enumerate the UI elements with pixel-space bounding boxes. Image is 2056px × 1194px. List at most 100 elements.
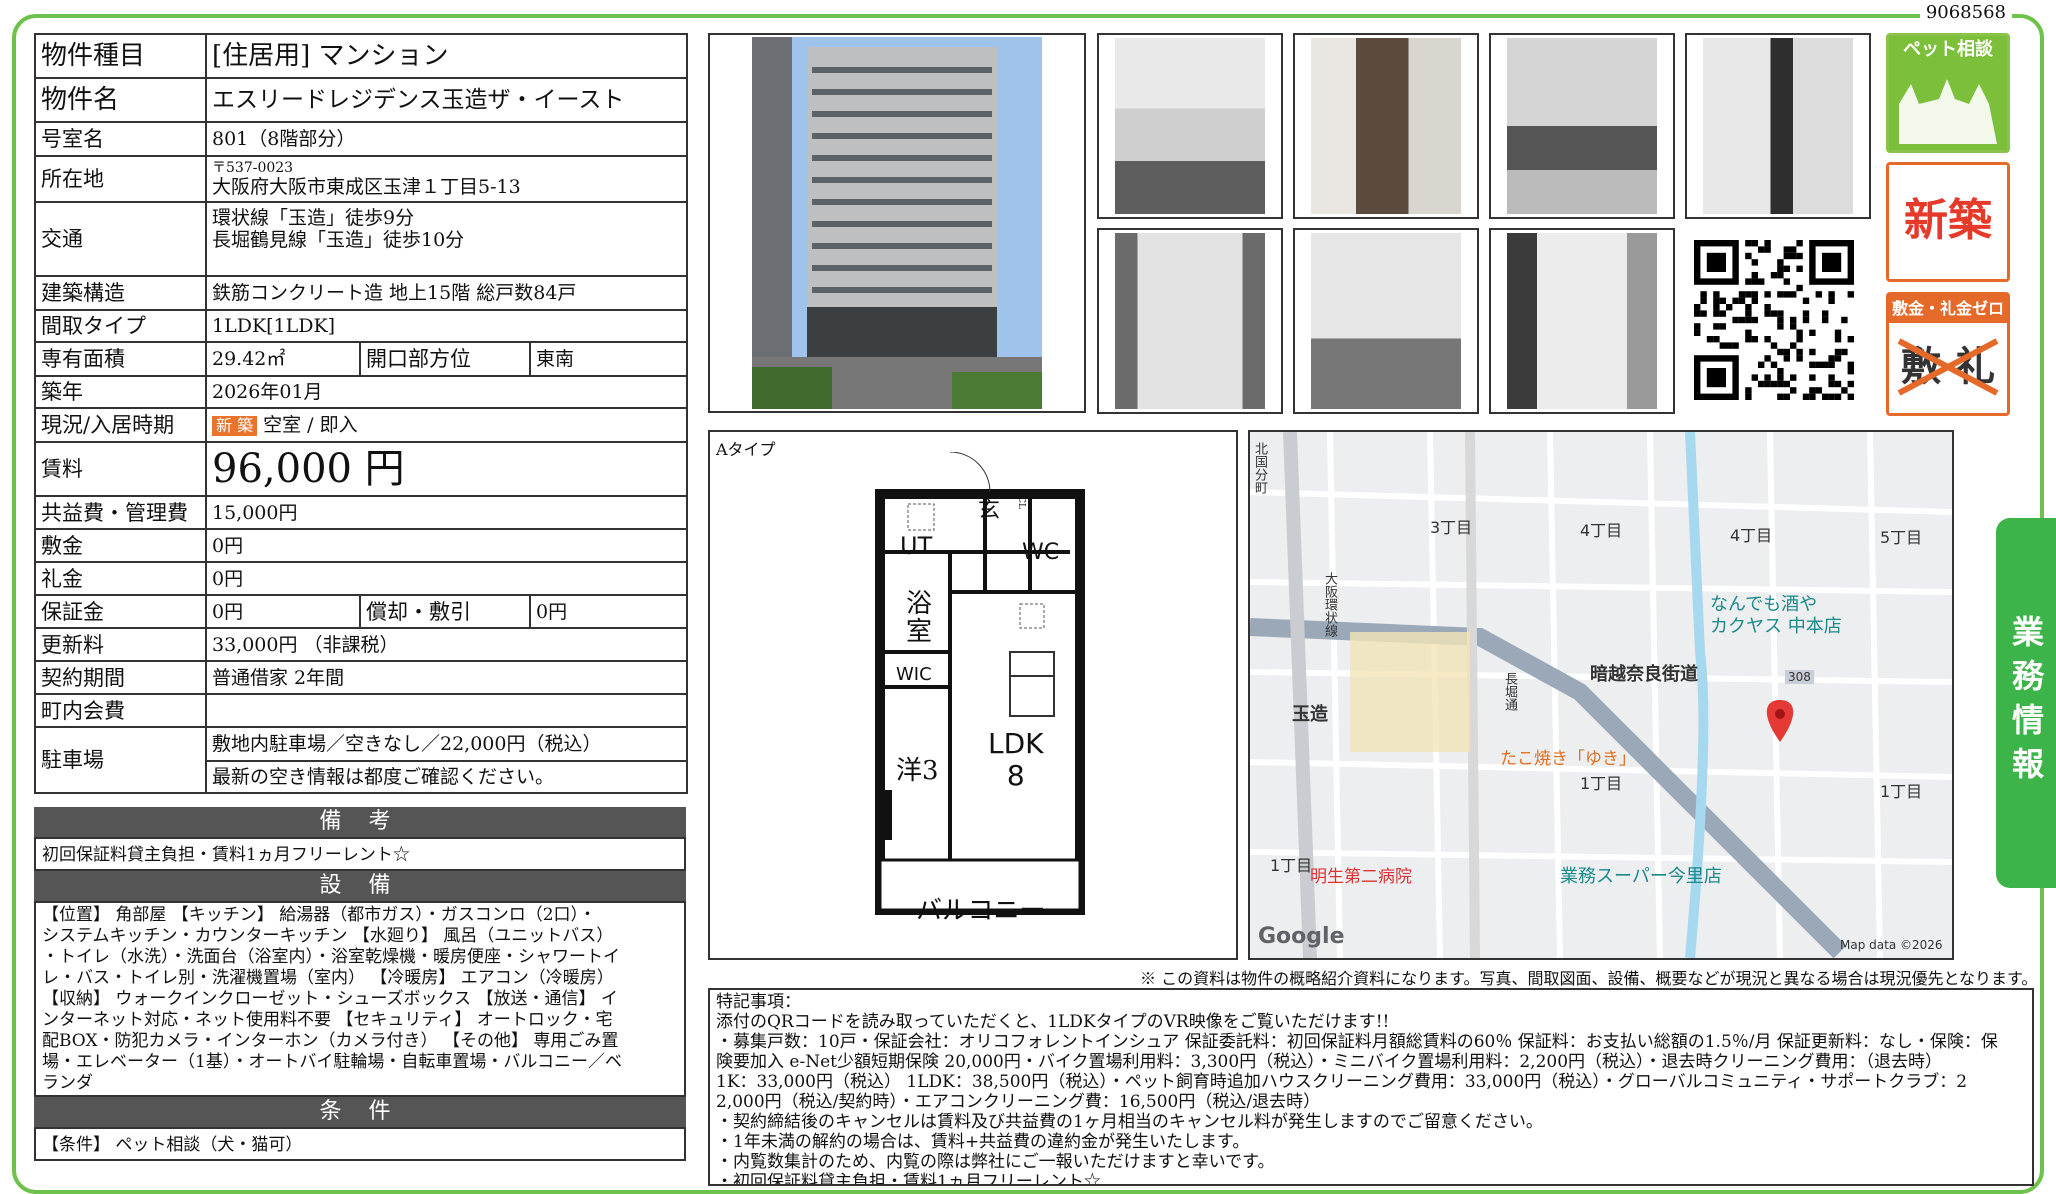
direction-value: 東南: [528, 341, 689, 377]
special-notes-box: 特記事項： 添付のQRコードを読み取っていただくと、1LDKタイプのVR映像をご覧…: [708, 988, 2034, 1186]
special-note-line: ・初回保証料貸主負担・賃料1ヵ月フリーレント☆: [716, 1172, 1101, 1186]
equipment-box: 【位置】 角部屋 【キッチン】 給湯器（都市ガス）・ガスコンロ（2口）・ システム…: [34, 901, 686, 1097]
conditions-box: 【条件】 ペット相談（犬・猫可）: [34, 1127, 686, 1161]
room-photo-6: [1293, 228, 1479, 414]
layout-value: 1LDK[1LDK]: [204, 309, 689, 343]
room-value: 801（8階部分）: [204, 121, 689, 157]
structure-value: 鉄筋コンクリート造 地上15階 総戸数84戸: [204, 275, 689, 311]
floor-plan-drawing: [875, 452, 1085, 915]
room-label: 号室名: [34, 121, 207, 157]
equipment-line: ランダ: [42, 1073, 93, 1093]
equipment-header: 設 備: [34, 871, 686, 901]
map-label: カクヤス 中本店: [1710, 616, 1842, 637]
year-label: 築年: [34, 375, 207, 409]
parking-line-2: 最新の空き情報は都度ご確認ください。: [204, 760, 689, 794]
location-map[interactable]: 3丁目 4丁目 4丁目 5丁目 なんでも酒や カクヤス 中本店 暗越奈良街道 玉造 たこ焼き「ゆ…: [1248, 430, 1954, 960]
special-note-line: 特記事項：: [716, 992, 801, 1012]
guarantee-label: 保証金: [34, 594, 207, 629]
fee-label: 共益費・管理費: [34, 495, 207, 530]
layout-label: 間取タイプ: [34, 309, 207, 343]
name-label: 物件名: [34, 77, 207, 123]
room-photo-2: [1293, 33, 1479, 219]
room-photo-5: [1097, 228, 1283, 414]
property-spec-table: 物件種目 [住居用] マンション 物件名 エスリードレジデンス玉造ザ・イースト 号室…: [34, 33, 689, 794]
map-label: 1丁目: [1580, 774, 1623, 793]
town-fee-label: 町内会費: [34, 693, 207, 728]
direction-label: 開口部方位: [359, 341, 531, 377]
room-photo-4: [1685, 33, 1871, 219]
map-label: 明生第二病院: [1310, 867, 1412, 887]
ldk-size: 8: [1006, 759, 1025, 792]
name-value: エスリードレジデンス玉造ザ・イースト: [204, 77, 689, 123]
status-value: 空室 / 即入: [263, 414, 358, 436]
map-label: 玉造: [1292, 704, 1328, 725]
cross-out-icon: [1897, 338, 1999, 396]
genkan-label: 玄: [978, 498, 1001, 523]
special-note-line: 2,000円（税込/契約時）・エアコンクリーニング費：16,500円（税込/退去…: [716, 1092, 1321, 1112]
qr-code-icon[interactable]: [1694, 240, 1854, 400]
map-label: 3丁目: [1430, 518, 1473, 537]
pet-silhouette-icon: [1889, 64, 2007, 150]
wic-label: WIC: [896, 664, 932, 685]
room-photo-3: [1489, 33, 1675, 219]
deposit-label: 敷金: [34, 528, 207, 563]
room-photo-1: [1097, 33, 1283, 219]
map-label: Map data ©2026: [1840, 938, 1943, 952]
key-money-label: 礼金: [34, 561, 207, 596]
equipment-line: ンターネット対応・ネット使用料不要 【セキュリティ】 オートロック・宅: [42, 1010, 613, 1030]
rent-value: 96,000 円: [204, 441, 689, 497]
map-label: 308: [1785, 670, 1814, 684]
town-fee-value: [204, 693, 689, 728]
parking-line-1: 敷地内駐車場／空きなし／22,000円（税込）: [204, 726, 689, 762]
ut-label: UT: [900, 532, 933, 560]
equipment-line: システムキッチン・カウンターキッチン 【水廻り】 風呂（ユニットバス）: [42, 926, 614, 946]
traffic-label: 交通: [34, 201, 207, 277]
map-label: 4丁目: [1580, 521, 1623, 540]
equipment-line: ・トイレ（水洗）・洗面台（浴室内）・浴室乾燥機・暖房便座・シャワートイ: [42, 947, 620, 967]
new-build-text: 新築: [1904, 195, 1992, 246]
year-value: 2026年01月: [204, 375, 689, 409]
traffic-line-1: 環状線「玉造」徒歩9分: [212, 207, 415, 229]
type-label: 物件種目: [34, 33, 207, 79]
special-note-line: ・募集戸数：10戸・保証会社：オリコフォレントインシュア 保証委託料：初回保証料…: [716, 1032, 1998, 1052]
parking-label: 駐車場: [34, 726, 207, 794]
wc-label: WC: [1022, 540, 1060, 565]
disclaimer-note: ※ この資料は物件の概略紹介資料になります。写真、間取図面、設備、概要などが現況…: [1140, 969, 2038, 988]
building-photo: [752, 37, 1042, 409]
map-label: 1丁目: [1270, 856, 1313, 875]
new-build-tag: 新築: [1886, 162, 2010, 282]
amortization-value: 0円: [528, 594, 689, 629]
document-number: 9068568: [1919, 2, 2012, 23]
equipment-line: レ・バス・トイレ別・洗濯機置場（室内） 【冷暖房】 エアコン（冷暖房）: [42, 968, 614, 988]
conditions-header: 条 件: [34, 1097, 686, 1127]
plan-type-label: Aタイプ: [716, 440, 776, 459]
equipment-line: 場・エレベーター（1基）・オートバイ駐輪場・自転車置場・バルコニー／ベ: [42, 1052, 622, 1072]
key-money-value: 0円: [204, 561, 689, 596]
zero-deposit-tag: 敷金・礼金ゼロ 敷 礼: [1886, 292, 2010, 416]
amortization-label: 償却・敷引: [359, 594, 531, 629]
map-label: たこ焼き「ゆき」: [1500, 749, 1636, 769]
traffic-line-2: 長堀鶴見線「玉造」徒歩10分: [212, 229, 465, 251]
renewal-label: 更新料: [34, 627, 207, 662]
special-note-line: 1K：33,000円（税込） 1LDK：38,500円（税込）・ペット飼育時追加…: [716, 1072, 1968, 1092]
deposit-key-strike: 敷 礼: [1889, 323, 2007, 411]
conditions-text: 【条件】 ペット相談（犬・猫可）: [42, 1135, 303, 1155]
zip-code: 〒537-0023: [212, 160, 294, 176]
fee-value: 15,000円: [204, 495, 689, 530]
contract-value: 普通借家 2年間: [204, 660, 689, 695]
building-photo-frame: [708, 33, 1086, 413]
zero-deposit-text: 敷金・礼金ゼロ: [1889, 295, 2007, 323]
rent-label: 賃料: [34, 441, 207, 497]
scl-label: SCL: [1016, 490, 1026, 510]
business-info-tab[interactable]: 業務情報: [1996, 518, 2056, 888]
guarantee-value: 0円: [205, 594, 361, 629]
structure-label: 建築構造: [34, 275, 207, 311]
remarks-text: 初回保証料貸主負担・賃料1ヵ月フリーレント☆: [42, 845, 410, 865]
equipment-line: 配BOX・防犯カメラ・インターホン（カメラ付き） 【その他】 専用ごみ置: [42, 1031, 619, 1051]
area-label: 専有面積: [34, 341, 207, 377]
map-label: 5丁目: [1880, 528, 1923, 547]
map-label: 大阪環状線: [1322, 572, 1337, 637]
special-note-line: ・契約締結後のキャンセルは賃料及び共益費の1ヶ月相当のキャンセル料が発生しますの…: [716, 1112, 1543, 1132]
remarks-header: 備 考: [34, 807, 686, 837]
map-label: 業務スーパー今里店: [1560, 866, 1722, 887]
